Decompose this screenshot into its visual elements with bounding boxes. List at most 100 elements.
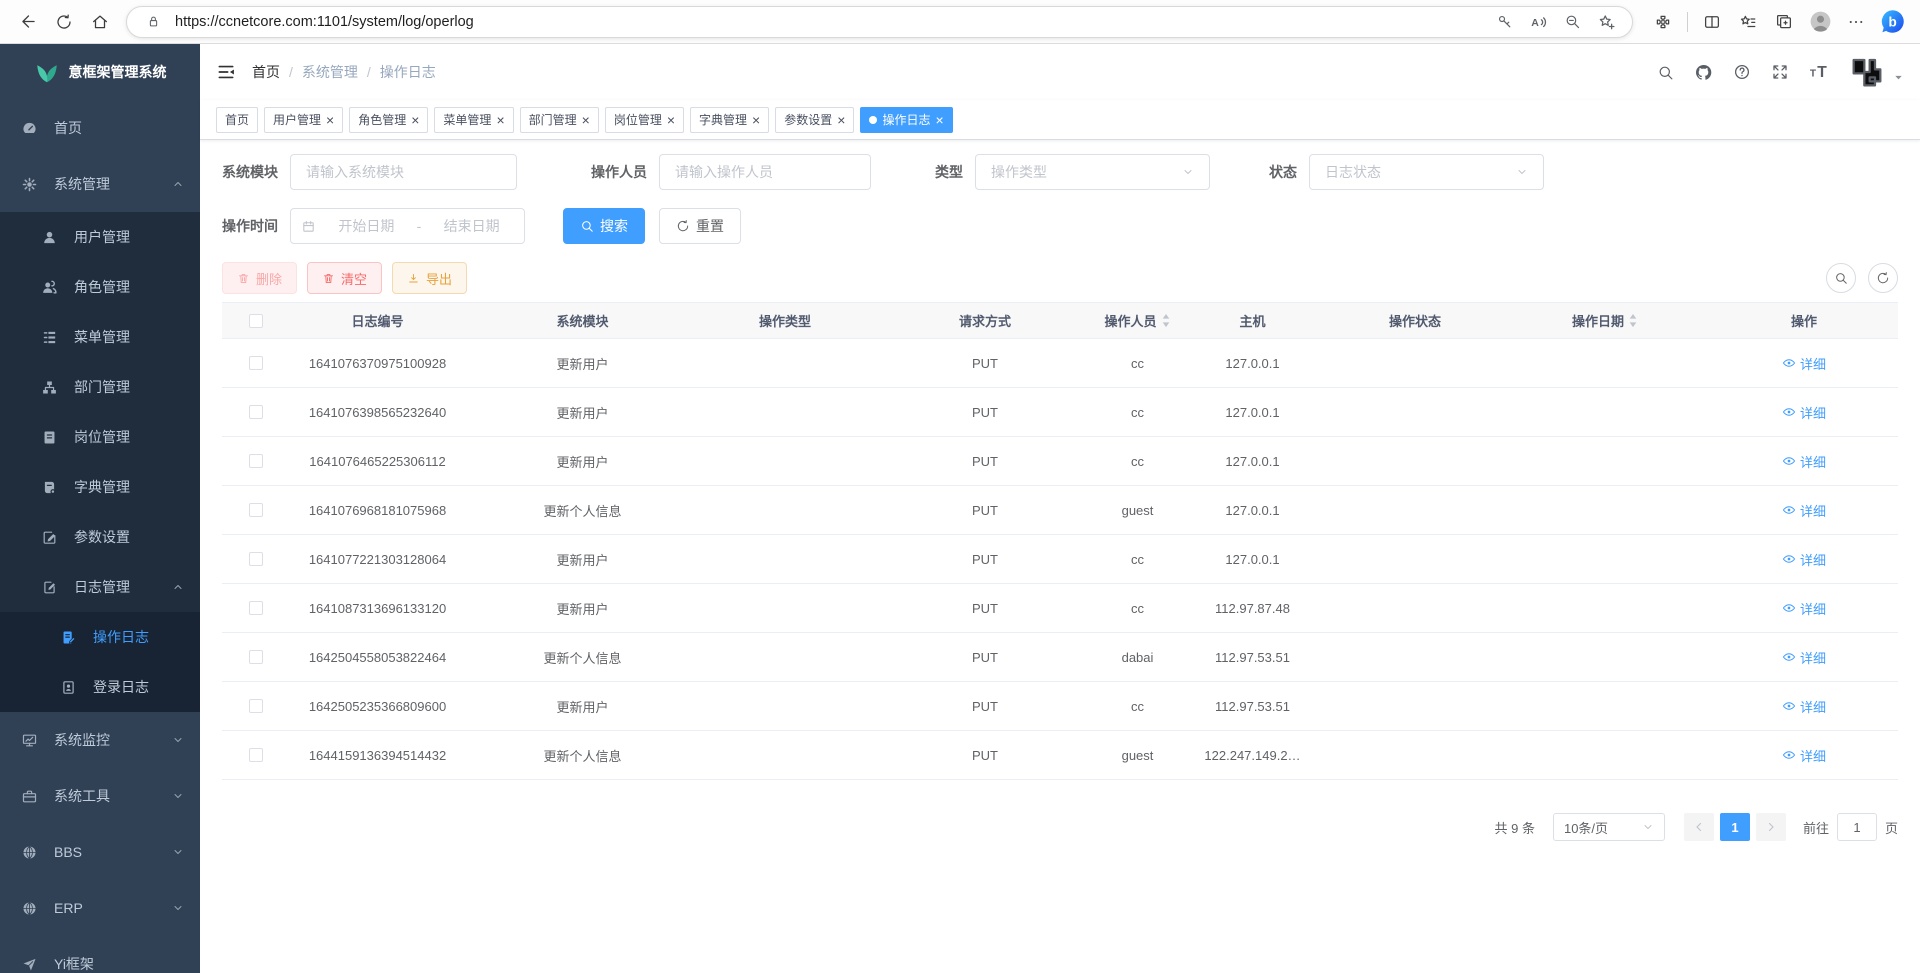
goto-page-input[interactable]	[1837, 813, 1877, 841]
row-checkbox[interactable]	[249, 699, 263, 713]
detail-link[interactable]: 详细	[1782, 550, 1826, 569]
detail-link[interactable]: 详细	[1782, 746, 1826, 765]
close-icon[interactable]: ×	[667, 114, 675, 126]
help-icon[interactable]	[1733, 63, 1751, 81]
row-checkbox[interactable]	[249, 356, 263, 370]
search-icon[interactable]	[1657, 64, 1674, 81]
status-select[interactable]: 日志状态	[1309, 154, 1544, 190]
col-header-操作人员[interactable]: 操作人员	[1100, 311, 1175, 330]
tab-首页[interactable]: 首页	[216, 107, 258, 133]
tab-岗位管理[interactable]: 岗位管理×	[605, 107, 684, 133]
select-all-checkbox[interactable]	[249, 314, 263, 328]
detail-link[interactable]: 详细	[1782, 599, 1826, 618]
tab-部门管理[interactable]: 部门管理×	[520, 107, 599, 133]
bing-icon[interactable]: b	[1876, 6, 1908, 38]
detail-link[interactable]: 详细	[1782, 648, 1826, 667]
breadcrumb-item[interactable]: 首页	[252, 62, 280, 82]
row-checkbox[interactable]	[249, 601, 263, 615]
font-size-icon[interactable]: TT	[1809, 61, 1831, 83]
key-icon[interactable]	[1492, 13, 1516, 30]
detail-link[interactable]: 详细	[1782, 403, 1826, 422]
tab-菜单管理[interactable]: 菜单管理×	[434, 107, 513, 133]
prev-page-button[interactable]	[1684, 813, 1714, 841]
row-checkbox[interactable]	[249, 552, 263, 566]
tab-用户管理[interactable]: 用户管理×	[264, 107, 343, 133]
sidebar-item-部门管理[interactable]: 部门管理	[0, 362, 200, 412]
delete-button[interactable]: 删除	[222, 262, 297, 294]
caret-down-icon[interactable]	[1893, 72, 1904, 83]
sidebar-item-用户管理[interactable]: 用户管理	[0, 212, 200, 262]
close-icon[interactable]: ×	[837, 114, 845, 126]
page-button-1[interactable]: 1	[1720, 813, 1750, 841]
app-logo[interactable]: 意框架管理系统	[0, 44, 200, 100]
sidebar-item-BBS[interactable]: BBS	[0, 824, 200, 880]
sidebar-item-系统工具[interactable]: 系统工具	[0, 768, 200, 824]
read-aloud-icon[interactable]: A	[1526, 13, 1550, 31]
sort-caret-icon[interactable]	[1628, 313, 1638, 328]
profile-avatar[interactable]	[1804, 6, 1836, 38]
date-range-picker[interactable]: 开始日期 - 结束日期	[290, 208, 525, 244]
search-button[interactable]: 搜索	[563, 208, 645, 244]
row-checkbox[interactable]	[249, 503, 263, 517]
tab-操作日志[interactable]: 操作日志×	[860, 107, 952, 133]
operator-input[interactable]	[659, 154, 871, 190]
sidebar-item-系统管理[interactable]: 系统管理	[0, 156, 200, 212]
clear-button[interactable]: 清空	[307, 262, 382, 294]
row-checkbox[interactable]	[249, 748, 263, 762]
module-input[interactable]	[290, 154, 517, 190]
collections-icon[interactable]	[1768, 6, 1800, 38]
tab-参数设置[interactable]: 参数设置×	[775, 107, 854, 133]
detail-link[interactable]: 详细	[1782, 501, 1826, 520]
close-icon[interactable]: ×	[411, 114, 419, 126]
url-text[interactable]: https://ccnetcore.com:1101/system/log/op…	[175, 14, 1482, 30]
back-button[interactable]	[12, 6, 44, 38]
more-icon[interactable]	[1840, 6, 1872, 38]
sidebar-item-岗位管理[interactable]: 岗位管理	[0, 412, 200, 462]
favorite-add-icon[interactable]	[1594, 13, 1618, 31]
sidebar-item-菜单管理[interactable]: 菜单管理	[0, 312, 200, 362]
sidebar-item-系统监控[interactable]: 系统监控	[0, 712, 200, 768]
close-icon[interactable]: ×	[326, 114, 334, 126]
extensions-icon[interactable]	[1647, 6, 1679, 38]
tab-字典管理[interactable]: 字典管理×	[690, 107, 769, 133]
row-checkbox[interactable]	[249, 405, 263, 419]
split-screen-icon[interactable]	[1696, 6, 1728, 38]
col-header-操作日期[interactable]: 操作日期	[1500, 311, 1710, 330]
toggle-search-button[interactable]	[1826, 263, 1856, 293]
sidebar-fold-icon[interactable]	[216, 62, 236, 82]
reset-button[interactable]: 重置	[659, 208, 741, 244]
sort-caret-icon[interactable]	[1161, 313, 1171, 328]
sidebar-item-Yi框架[interactable]: Yi框架	[0, 936, 200, 973]
close-icon[interactable]: ×	[935, 114, 943, 126]
sidebar-item-字典管理[interactable]: 字典管理	[0, 462, 200, 512]
close-icon[interactable]: ×	[752, 114, 760, 126]
address-bar[interactable]: https://ccnetcore.com:1101/system/log/op…	[126, 6, 1633, 38]
favorites-bar-icon[interactable]	[1732, 6, 1764, 38]
sidebar-item-日志管理[interactable]: 日志管理	[0, 562, 200, 612]
detail-link[interactable]: 详细	[1782, 697, 1826, 716]
export-button[interactable]: 导出	[392, 262, 467, 294]
sidebar-item-首页[interactable]: 首页	[0, 100, 200, 156]
sidebar-item-操作日志[interactable]: 操作日志	[0, 612, 200, 662]
type-select[interactable]: 操作类型	[975, 154, 1210, 190]
tab-角色管理[interactable]: 角色管理×	[349, 107, 428, 133]
row-checkbox[interactable]	[249, 650, 263, 664]
github-icon[interactable]	[1694, 63, 1713, 82]
home-button[interactable]	[84, 6, 116, 38]
close-icon[interactable]: ×	[496, 114, 504, 126]
detail-link[interactable]: 详细	[1782, 354, 1826, 373]
page-size-select[interactable]: 10条/页	[1553, 813, 1665, 841]
sidebar-item-参数设置[interactable]: 参数设置	[0, 512, 200, 562]
sidebar-item-登录日志[interactable]: 登录日志	[0, 662, 200, 712]
row-checkbox[interactable]	[249, 454, 263, 468]
next-page-button[interactable]	[1756, 813, 1786, 841]
sidebar-item-角色管理[interactable]: 角色管理	[0, 262, 200, 312]
close-icon[interactable]: ×	[582, 114, 590, 126]
refresh-table-button[interactable]	[1868, 263, 1898, 293]
yi-logo-avatar[interactable]	[1851, 56, 1883, 88]
detail-link[interactable]: 详细	[1782, 452, 1826, 471]
fullscreen-icon[interactable]	[1771, 63, 1789, 81]
sidebar-item-ERP[interactable]: ERP	[0, 880, 200, 936]
refresh-button[interactable]	[48, 6, 80, 38]
zoom-out-icon[interactable]	[1560, 13, 1584, 30]
